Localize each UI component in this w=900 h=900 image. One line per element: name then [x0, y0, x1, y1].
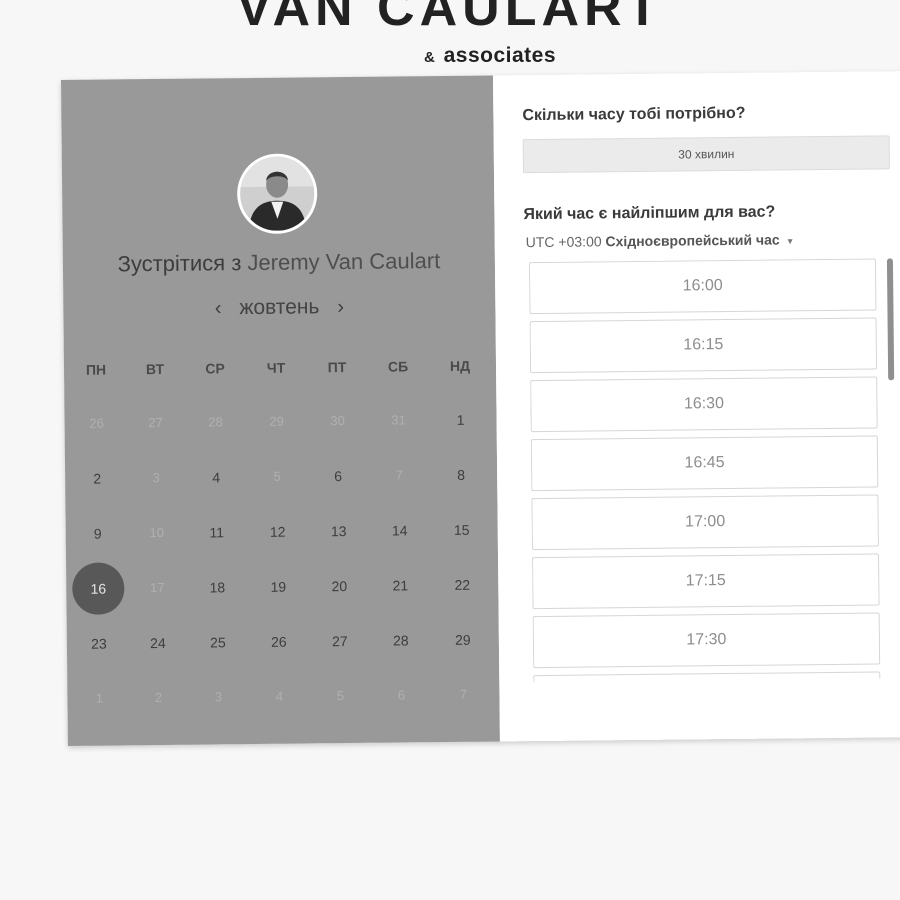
calendar-day[interactable]: 26 [253, 615, 306, 668]
time-slot-button[interactable] [533, 671, 881, 683]
calendar-day[interactable]: 28 [375, 614, 428, 667]
weekday-label: НД [449, 357, 471, 374]
calendar-day: 7 [395, 467, 403, 483]
calendar-day[interactable]: 23 [73, 617, 126, 670]
time-slot-button[interactable]: 16:15 [529, 317, 878, 374]
calendar-day: 6 [397, 687, 406, 703]
brand-subtitle-text: associates [443, 44, 557, 67]
calendar-panel: Зустрітися з Jeremy Van Caulart ‹ жовтен… [61, 75, 500, 746]
calendar-day: 17 [150, 579, 165, 596]
weekday-label: ПН [85, 361, 107, 378]
calendar-day[interactable]: 24 [132, 617, 185, 670]
calendar-day[interactable]: 14 [373, 504, 426, 557]
calendar-day[interactable]: 15 [435, 504, 488, 557]
time-slot-button[interactable]: 16:45 [530, 435, 879, 492]
time-slot-button[interactable]: 16:30 [530, 376, 878, 433]
time-slot-button[interactable]: 16:00 [528, 258, 877, 315]
caret-down-icon: ▾ [787, 236, 793, 248]
calendar-day: 3 [152, 469, 160, 486]
calendar-day: 28 [208, 414, 223, 430]
calendar-day[interactable]: 27 [314, 615, 367, 668]
meet-title: Зустрітися з Jeremy Van Caulart [63, 247, 495, 278]
host-avatar [236, 153, 318, 235]
timezone-name: Східноєвропейський час [605, 231, 780, 250]
time-question: Який час є найліпшим для вас? [523, 203, 776, 224]
calendar-day: 2 [154, 689, 163, 706]
calendar-day[interactable]: 25 [192, 616, 245, 669]
duration-select[interactable]: 30 хвилин [522, 135, 890, 174]
timezone-offset: UTC +03:00 [525, 233, 602, 251]
next-month-chevron-icon[interactable]: › [325, 296, 356, 319]
calendar-day[interactable]: 2 [71, 452, 124, 505]
calendar-day: 5 [336, 688, 345, 704]
calendar-day: 5 [273, 468, 281, 484]
timezone-select[interactable]: UTC +03:00 Східноєвропейський час ▾ [526, 231, 793, 250]
calendar-day[interactable]: 9 [71, 507, 124, 560]
time-panel: Скільки часу тобі потрібно? 30 хвилин Як… [492, 71, 900, 742]
calendar-day[interactable]: 18 [191, 561, 244, 614]
calendar-day: 7 [459, 686, 468, 702]
calendar-day: 26 [89, 415, 104, 431]
calendar-day: 31 [391, 412, 406, 428]
calendar-day-selected[interactable]: 16 [72, 562, 125, 615]
calendar-day[interactable]: 1 [434, 394, 487, 447]
calendar-day[interactable]: 22 [436, 559, 489, 612]
brand-ampersand: & [423, 49, 436, 66]
calendar-day: 1 [95, 690, 104, 706]
weekday-label: ПТ [327, 359, 347, 376]
time-slot-list: 16:00 16:15 16:30 16:45 17:00 17:15 17:30 [528, 258, 885, 683]
calendar-day[interactable]: 21 [374, 559, 427, 612]
calendar-day[interactable]: 11 [190, 506, 243, 559]
calendar-day[interactable]: 13 [312, 505, 365, 558]
time-slot-button[interactable]: 17:30 [532, 612, 881, 669]
host-name: Jeremy Van Caulart [247, 248, 441, 276]
calendar-day: 27 [148, 414, 163, 431]
weekday-label: ВТ [145, 360, 165, 378]
calendar-day[interactable]: 20 [313, 560, 366, 613]
calendar-day[interactable]: 12 [251, 505, 304, 558]
weekday-header: ПН ВТ СР ЧТ ПТ СБ НД [64, 357, 496, 382]
calendar-day: 3 [214, 689, 223, 705]
brand-title: VAN CAULART [236, 0, 664, 37]
month-label: жовтень [239, 295, 320, 320]
booking-widget: Зустрітися з Jeremy Van Caulart ‹ жовтен… [61, 71, 900, 746]
calendar-day: 4 [275, 688, 284, 704]
time-slot-scrollbar[interactable] [886, 258, 895, 381]
weekday-label: СР [205, 360, 225, 377]
duration-question: Скільки часу тобі потрібно? [522, 104, 746, 125]
host-photo-icon [239, 156, 315, 232]
calendar-day: 10 [149, 524, 165, 541]
weekday-label: СБ [387, 358, 409, 375]
weekday-label: ЧТ [266, 359, 286, 376]
calendar-day[interactable]: 29 [437, 614, 490, 667]
time-slot-button[interactable]: 17:15 [532, 553, 880, 610]
calendar-day[interactable]: 8 [435, 449, 488, 502]
calendar-day[interactable]: 6 [312, 450, 365, 503]
time-slot-button[interactable]: 17:00 [531, 494, 879, 551]
prev-month-chevron-icon[interactable]: ‹ [203, 297, 234, 320]
calendar-day: 30 [330, 413, 345, 429]
calendar-grid: 26 27 28 29 30 31 1 2 3 4 5 6 7 8 9 10 11 12 13 14 15 16 17 18 1… [61, 75, 493, 706]
meet-prefix: Зустрітися з [117, 250, 242, 277]
brand-subtitle: & associates [0, 44, 900, 68]
calendar-day[interactable]: 19 [252, 560, 305, 613]
calendar-day[interactable]: 4 [190, 451, 243, 504]
calendar-day: 29 [269, 413, 284, 429]
month-navigation: ‹ жовтень › [63, 293, 495, 322]
